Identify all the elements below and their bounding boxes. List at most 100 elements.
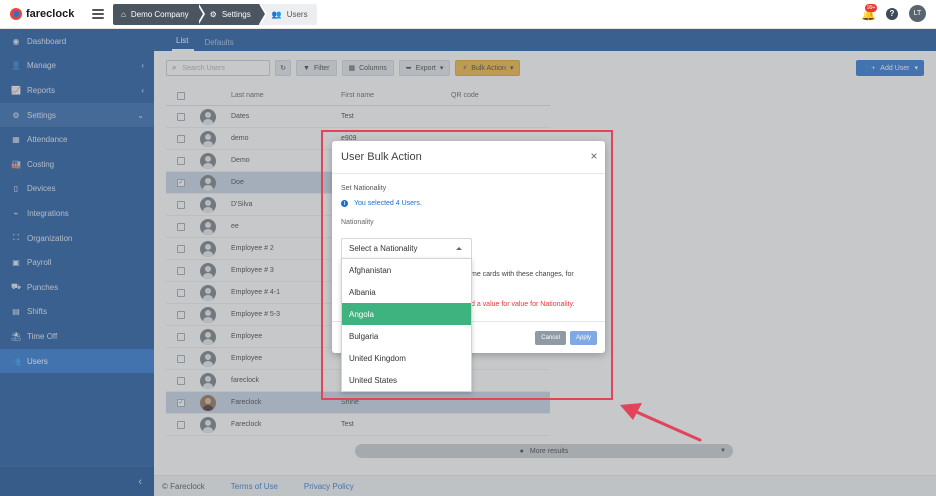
- chevron-icon: ‹: [141, 61, 144, 71]
- avatar: [200, 416, 216, 433]
- search-input[interactable]: ⌕ Search Users: [166, 60, 270, 76]
- sidebar-item-label: Attendance: [27, 135, 68, 145]
- sidebar-item-attendance[interactable]: ▦ Attendance: [0, 127, 154, 152]
- avatar: [200, 262, 216, 279]
- cell-last-name: Fareclock: [231, 399, 262, 406]
- export-button[interactable]: ➥ Export ▾: [398, 60, 451, 76]
- chevron-icon: ‹: [141, 85, 144, 95]
- search-icon: ⌕: [172, 63, 177, 72]
- notifications-bell-icon[interactable]: 🔔 99+: [861, 3, 878, 21]
- highlight-box: [321, 130, 613, 400]
- sidebar-item-label: Manage: [27, 61, 56, 71]
- sidebar-item-manage[interactable]: 👤 Manage ‹: [0, 54, 154, 79]
- sidebar-item-time-off[interactable]: ⛱ Time Off: [0, 324, 154, 349]
- sidebar-item-shifts[interactable]: ▤ Shifts: [0, 300, 154, 325]
- caret-down-icon: ▼: [720, 448, 726, 454]
- add-user-icon: 👤+: [862, 65, 876, 72]
- filter-button[interactable]: ▼ Filter: [296, 60, 337, 76]
- sidebar-item-label: Users: [27, 356, 48, 366]
- user-avatar[interactable]: LT: [909, 5, 926, 22]
- home-icon: ⌂: [121, 9, 126, 19]
- select-all-checkbox[interactable]: [177, 91, 185, 100]
- sidebar-item-label: Reports: [27, 85, 56, 95]
- bulk-action-button[interactable]: ⚡ Bulk Action ▾: [455, 60, 521, 76]
- sidebar-item-label: Settings: [27, 110, 56, 120]
- row-checkbox[interactable]: [177, 354, 185, 363]
- breadcrumb-company[interactable]: ⌂ Demo Company: [113, 3, 205, 25]
- copyright: © Fareclock: [162, 481, 205, 491]
- avatar: [200, 108, 216, 125]
- bolt-icon: ⚡: [462, 65, 468, 72]
- row-checkbox[interactable]: ✓: [177, 398, 185, 407]
- header-first-name[interactable]: First name: [341, 92, 451, 99]
- sidebar-collapse-button[interactable]: ‹: [0, 467, 154, 496]
- terms-link[interactable]: Terms of Use: [231, 482, 278, 491]
- sidebar-item-settings[interactable]: ⚙ Settings ⌄: [0, 102, 154, 128]
- avatar: [200, 130, 216, 147]
- columns-icon: ▦: [348, 65, 356, 72]
- row-checkbox[interactable]: [177, 222, 185, 231]
- row-checkbox[interactable]: [177, 332, 185, 341]
- row-checkbox[interactable]: ✓: [177, 178, 185, 187]
- row-checkbox[interactable]: [177, 266, 185, 275]
- app-logo[interactable]: fareclock: [10, 8, 88, 20]
- tab-list[interactable]: List: [172, 36, 195, 51]
- row-checkbox[interactable]: [177, 288, 185, 297]
- sidebar-item-devices[interactable]: ▯ Devices: [0, 177, 154, 202]
- avatar: [200, 240, 216, 257]
- row-checkbox[interactable]: [177, 420, 185, 429]
- calendar-icon: ▤: [12, 307, 20, 317]
- privacy-link[interactable]: Privacy Policy: [304, 482, 354, 491]
- row-checkbox[interactable]: [177, 310, 185, 319]
- help-icon[interactable]: ?: [886, 7, 898, 20]
- dashboard-icon: ◉: [12, 36, 20, 46]
- avatar: [200, 394, 216, 411]
- tab-defaults[interactable]: Defaults: [200, 38, 239, 51]
- gear-icon: ⚙: [209, 9, 217, 19]
- sidebar-item-punches[interactable]: ⛟ Punches: [0, 275, 154, 300]
- row-checkbox[interactable]: [177, 134, 185, 143]
- sidebar-item-organization[interactable]: ⛶ Organization: [0, 226, 154, 251]
- avatar: [200, 284, 216, 301]
- table-row[interactable]: Fareclock Test: [166, 414, 550, 436]
- sidebar-item-label: Organization: [27, 233, 73, 243]
- caret-down-icon: ▾: [914, 65, 918, 72]
- sidebar-item-integrations[interactable]: ⌁ Integrations: [0, 201, 154, 226]
- money-icon: ▣: [12, 258, 20, 268]
- filter-icon: ▼: [303, 64, 310, 72]
- cell-last-name: Dates: [231, 113, 250, 120]
- row-checkbox[interactable]: [177, 200, 185, 209]
- row-checkbox[interactable]: [177, 156, 185, 165]
- menu-toggle-icon[interactable]: [92, 9, 104, 19]
- avatar: [200, 350, 216, 367]
- add-user-button[interactable]: 👤+ Add User ▾: [856, 60, 924, 76]
- table-row[interactable]: Dates Test: [166, 106, 550, 128]
- sidebar-item-payroll[interactable]: ▣ Payroll: [0, 250, 154, 275]
- breadcrumb-settings[interactable]: ⚙ Settings: [196, 3, 267, 25]
- refresh-button[interactable]: ↻: [275, 60, 291, 76]
- sidebar-item-label: Shifts: [27, 307, 48, 317]
- breadcrumb-users[interactable]: 👥 Users: [258, 3, 317, 25]
- row-checkbox[interactable]: [177, 244, 185, 253]
- person-icon: 👤: [11, 61, 21, 71]
- header-qr-code[interactable]: QR code: [451, 92, 531, 99]
- header-last-name[interactable]: Last name: [231, 92, 341, 99]
- logo-text: fareclock: [26, 8, 75, 20]
- fareclock-logo-icon: [10, 8, 22, 20]
- sidebar-item-reports[interactable]: 📈 Reports ‹: [0, 78, 154, 103]
- row-checkbox[interactable]: [177, 376, 185, 385]
- device-icon: ▯: [13, 184, 19, 194]
- more-results-button[interactable]: ● More results ▼: [355, 444, 733, 458]
- sidebar: ◉ Dashboard 👤 Manage ‹ 📈 Reports ‹ ⚙ Settings ⌄ ▦ At…: [0, 29, 154, 496]
- cell-last-name: Fareclock: [231, 421, 262, 428]
- sidebar-item-users[interactable]: 👥 Users: [0, 348, 154, 374]
- sidebar-item-label: Time Off: [27, 331, 58, 341]
- columns-button[interactable]: ▦ Columns: [341, 60, 394, 76]
- sidebar-item-costing[interactable]: 🏭 Costing: [0, 152, 154, 177]
- avatar: [200, 328, 216, 345]
- sidebar-item-label: Punches: [27, 282, 59, 292]
- sidebar-item-dashboard[interactable]: ◉ Dashboard: [0, 29, 154, 54]
- plug-icon: ⌁: [13, 208, 19, 218]
- cell-first-name: Test: [341, 421, 354, 428]
- row-checkbox[interactable]: [177, 112, 185, 121]
